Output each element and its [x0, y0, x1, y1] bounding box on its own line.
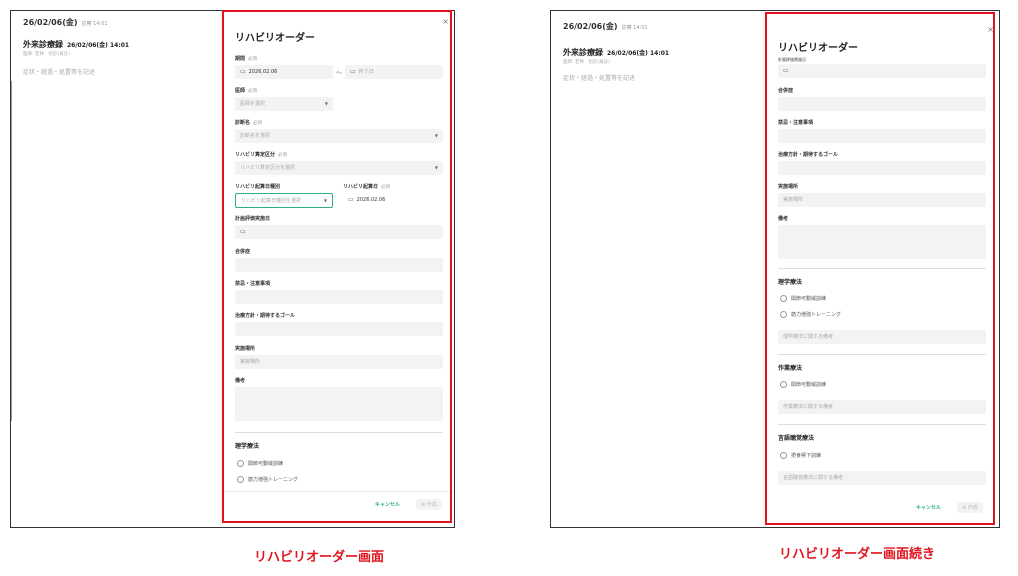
close-icon[interactable]: ×: [442, 17, 449, 26]
place-input[interactable]: 実施場所: [778, 193, 986, 207]
start-date-label: リハビリ起算日 必須: [343, 184, 391, 190]
contraindication-label: 禁忌・注意事項: [235, 281, 271, 287]
record-datetime: 26/02/06(金) 14:01: [607, 50, 670, 57]
caption-right: リハビリオーダー画面続き: [779, 547, 936, 562]
chevron-down-icon: ▼: [323, 198, 327, 203]
doctor-select[interactable]: 医師を選択 ▼: [235, 97, 333, 111]
diagnosis-label: 診断名 必須: [235, 120, 263, 126]
calendar-icon: ▭: [240, 68, 246, 75]
start-type-select[interactable]: リハビリ起算日種別を選択 ▼: [235, 193, 333, 208]
remarks-textarea[interactable]: [235, 387, 443, 421]
pt-radio-rom[interactable]: 関節可動域訓練: [780, 295, 826, 302]
place-input[interactable]: 実施場所: [235, 355, 443, 369]
plan-eval-label-cut: 計画評価実施日: [778, 57, 806, 62]
modal-title: リハビリオーダー: [778, 43, 858, 54]
ot-radio-rom[interactable]: 関節可動域訓練: [780, 381, 826, 388]
rehab-order-modal: × リハビリオーダー 計画評価実施日 ▭ 合併症 禁忌・注意事項 治療方針・期待…: [766, 11, 999, 527]
date-sub: 診察 14:01: [621, 25, 648, 31]
plan-eval-label: 計画評価実施日: [235, 216, 271, 222]
radio-circle-icon: [780, 311, 787, 318]
section-divider: [778, 424, 986, 425]
calendar-icon: ▭: [350, 68, 356, 75]
start-date-input[interactable]: ▭ 2026.02.06: [343, 193, 443, 207]
record-meta: 医師: 若林 初診(再診): [563, 60, 610, 65]
screenshot-rehab-order-continued: 26/02/06(金) 診察 14:01 外来診療録 26/02/06(金) 14:…: [550, 10, 1000, 528]
contraindication-label: 禁忌・注意事項: [778, 120, 814, 126]
divider-line: [11, 81, 12, 421]
goal-input[interactable]: [778, 161, 986, 175]
section-divider: [778, 354, 986, 355]
date-header: 26/02/06(金) 診察 14:01: [23, 18, 108, 27]
contraindication-input[interactable]: [778, 129, 986, 143]
st-note-input[interactable]: 言語聴覚療法に関する備考: [778, 471, 986, 485]
plan-eval-input[interactable]: ▭: [778, 64, 986, 78]
chevron-down-icon: ▼: [434, 133, 438, 138]
chevron-down-icon: ▼: [324, 101, 328, 106]
record-meta: 医師: 若林 初診(再診): [23, 52, 70, 57]
remarks-textarea[interactable]: [778, 225, 986, 259]
calc-label: リハビリ算定区分 必須: [235, 152, 288, 158]
radio-circle-icon: [237, 476, 244, 483]
record-title: 外来診療録 26/02/06(金) 14:01: [23, 40, 130, 49]
period-tilde: 〜: [336, 70, 343, 77]
place-label: 実施場所: [778, 184, 799, 190]
diagnosis-select[interactable]: 診断名を選択 ▼: [235, 129, 443, 143]
record-datetime: 26/02/06(金) 14:01: [67, 42, 130, 49]
cancel-button[interactable]: キャンセル: [375, 501, 400, 508]
complication-label: 合併症: [778, 88, 794, 94]
section-divider: [778, 268, 986, 269]
radio-circle-icon: [780, 452, 787, 459]
rehab-order-modal: × リハビリオーダー 期間 必須 ▭ 2026.02.06 〜 ▭ 終了日 医師 必須 …: [223, 11, 454, 527]
complication-input[interactable]: [778, 97, 986, 111]
pt-note-input[interactable]: 理学療法に関する備考: [778, 330, 986, 344]
pt-radio-rom[interactable]: 関節可動域訓練: [237, 460, 283, 467]
radio-circle-icon: [780, 381, 787, 388]
cancel-button[interactable]: キャンセル: [916, 504, 941, 511]
remarks-label: 備考: [235, 378, 246, 384]
remarks-label: 備考: [778, 216, 789, 222]
complication-label: 合併症: [235, 249, 251, 255]
chevron-down-icon: ▼: [434, 165, 438, 170]
note-placeholder[interactable]: 症状・経過・処置等を記述: [563, 73, 635, 82]
st-section-title: 言語聴覚療法: [778, 435, 815, 442]
date-header: 26/02/06(金) 診察 14:01: [563, 22, 648, 31]
start-type-label: リハビリ起算日種別: [235, 184, 281, 190]
doctor-label: 医師 必須: [235, 88, 258, 94]
modal-title: リハビリオーダー: [235, 33, 315, 44]
ot-note-input[interactable]: 作業療法に関する備考: [778, 400, 986, 414]
section-divider: [235, 432, 443, 433]
close-icon[interactable]: ×: [987, 25, 994, 34]
modal-footer: キャンセル ⊕ 作成: [223, 491, 454, 527]
pt-section-title: 理学療法: [235, 443, 260, 450]
goal-input[interactable]: [235, 322, 443, 336]
note-placeholder[interactable]: 症状・経過・処置等を記述: [23, 67, 95, 76]
complication-input[interactable]: [235, 258, 443, 272]
period-end-input[interactable]: ▭ 終了日: [345, 65, 443, 79]
pt-section-title: 理学療法: [778, 279, 803, 286]
period-label: 期間 必須: [235, 56, 258, 62]
create-button[interactable]: ⊕ 作成: [957, 502, 983, 513]
calc-select[interactable]: リハビリ算定区分を選択 ▼: [235, 161, 443, 175]
goal-label: 治療方針・期待するゴール: [778, 152, 839, 158]
plan-eval-input[interactable]: ▭: [235, 225, 443, 239]
place-label: 実施場所: [235, 346, 256, 352]
ot-section-title: 作業療法: [778, 365, 803, 372]
contraindication-input[interactable]: [235, 290, 443, 304]
create-button[interactable]: ⊕ 作成: [416, 499, 442, 510]
pt-radio-strength[interactable]: 筋力増強トレーニング: [780, 311, 841, 318]
calendar-icon: ▭: [348, 196, 354, 203]
calendar-icon: ▭: [240, 228, 246, 235]
screenshot-rehab-order: 26/02/06(金) 診察 14:01 外来診療録 26/02/06(金) 14:…: [10, 10, 455, 528]
radio-circle-icon: [237, 460, 244, 467]
record-title: 外来診療録 26/02/06(金) 14:01: [563, 48, 670, 57]
period-start-input[interactable]: ▭ 2026.02.06: [235, 65, 333, 79]
goal-label: 治療方針・期待するゴール: [235, 313, 296, 319]
calendar-icon: ▭: [783, 67, 789, 74]
modal-footer: キャンセル ⊕ 作成: [766, 495, 999, 527]
st-radio-swallow[interactable]: 摂食嚥下訓練: [780, 452, 821, 459]
caption-left: リハビリオーダー画面: [254, 550, 385, 565]
radio-circle-icon: [780, 295, 787, 302]
pt-radio-strength[interactable]: 筋力増強トレーニング: [237, 476, 298, 483]
date-sub: 診察 14:01: [81, 21, 108, 27]
